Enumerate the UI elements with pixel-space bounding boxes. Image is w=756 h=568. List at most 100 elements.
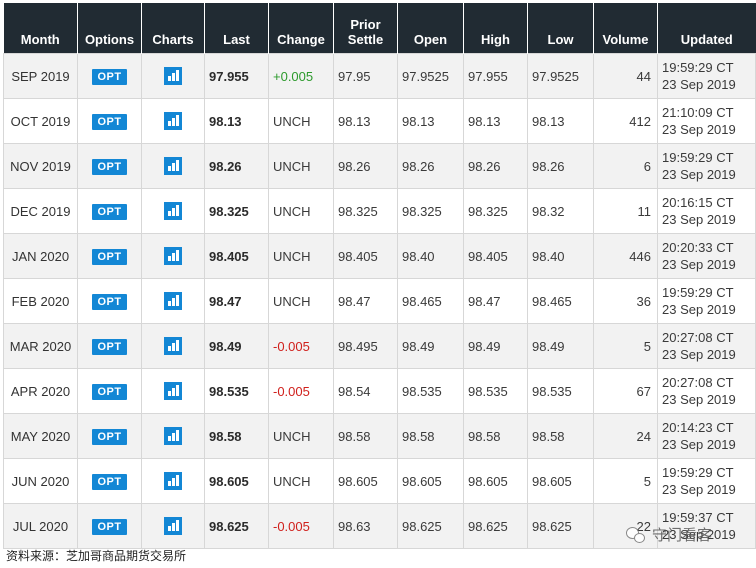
- bar-chart-icon[interactable]: [164, 337, 182, 355]
- table-row: SEP 2019 OPT 97.955 +0.005 97.95 97.9525 97.95…: [3, 53, 756, 99]
- charts-cell: [141, 143, 205, 189]
- last-cell: 98.47: [204, 278, 269, 324]
- month-cell: NOV 2019: [3, 143, 78, 189]
- bar-chart-icon[interactable]: [164, 517, 182, 535]
- bar-chart-icon[interactable]: [164, 472, 182, 490]
- volume-cell: 5: [593, 458, 658, 504]
- bar-chart-icon[interactable]: [164, 202, 182, 220]
- change-cell: UNCH: [268, 233, 334, 279]
- low-cell: 98.13: [527, 98, 594, 144]
- volume-cell: 44: [593, 53, 658, 99]
- charts-cell: [141, 368, 205, 414]
- prior-settle-cell: 98.495: [333, 323, 398, 369]
- updated-cell: 20:20:33 CT 23 Sep 2019: [657, 233, 756, 279]
- month-cell: FEB 2020: [3, 278, 78, 324]
- opt-button[interactable]: OPT: [92, 248, 127, 265]
- header-month[interactable]: Month: [3, 3, 78, 54]
- opt-button[interactable]: OPT: [92, 158, 127, 175]
- open-cell: 98.605: [397, 458, 464, 504]
- updated-cell: 21:10:09 CT 23 Sep 2019: [657, 98, 756, 144]
- charts-cell: [141, 53, 205, 99]
- header-prior-settle[interactable]: Prior Settle: [333, 3, 398, 54]
- header-last[interactable]: Last: [204, 3, 269, 54]
- prior-settle-cell: 98.325: [333, 188, 398, 234]
- updated-time: 21:10:09 CT: [662, 105, 734, 120]
- bar-chart-icon[interactable]: [164, 427, 182, 445]
- change-cell: -0.005: [268, 368, 334, 414]
- charts-cell: [141, 503, 205, 549]
- opt-button[interactable]: OPT: [92, 383, 127, 400]
- updated-time: 19:59:29 CT: [662, 465, 734, 480]
- updated-cell: 20:27:08 CT 23 Sep 2019: [657, 323, 756, 369]
- opt-button[interactable]: OPT: [92, 68, 127, 85]
- watermark-text: 守门看客: [652, 527, 713, 544]
- updated-time: 20:14:23 CT: [662, 420, 734, 435]
- header-updated[interactable]: Updated: [657, 3, 756, 54]
- bar-chart-icon[interactable]: [164, 292, 182, 310]
- last-cell: 98.26: [204, 143, 269, 189]
- options-cell: OPT: [77, 143, 142, 189]
- open-cell: 98.465: [397, 278, 464, 324]
- header-change[interactable]: Change: [268, 3, 334, 54]
- low-cell: 98.535: [527, 368, 594, 414]
- updated-time: 20:27:08 CT: [662, 375, 734, 390]
- high-cell: 98.325: [463, 188, 528, 234]
- header-charts[interactable]: Charts: [141, 3, 205, 54]
- opt-button[interactable]: OPT: [92, 203, 127, 220]
- updated-cell: 20:16:15 CT 23 Sep 2019: [657, 188, 756, 234]
- header-open[interactable]: Open: [397, 3, 464, 54]
- prior-settle-cell: 98.13: [333, 98, 398, 144]
- opt-button[interactable]: OPT: [92, 473, 127, 490]
- header-low[interactable]: Low: [527, 3, 594, 54]
- volume-cell: 6: [593, 143, 658, 189]
- updated-date: 23 Sep 2019: [662, 437, 736, 452]
- opt-button[interactable]: OPT: [92, 113, 127, 130]
- updated-date: 23 Sep 2019: [662, 482, 736, 497]
- table-row: FEB 2020 OPT 98.47 UNCH 98.47 98.465 98.47 98.4…: [3, 278, 756, 324]
- bar-chart-icon[interactable]: [164, 247, 182, 265]
- change-cell: UNCH: [268, 188, 334, 234]
- low-cell: 98.40: [527, 233, 594, 279]
- bar-chart-icon[interactable]: [164, 67, 182, 85]
- bar-chart-icon[interactable]: [164, 157, 182, 175]
- prior-settle-cell: 98.405: [333, 233, 398, 279]
- month-cell: SEP 2019: [3, 53, 78, 99]
- open-cell: 98.325: [397, 188, 464, 234]
- prior-settle-cell: 98.63: [333, 503, 398, 549]
- last-cell: 98.625: [204, 503, 269, 549]
- prior-settle-cell: 98.605: [333, 458, 398, 504]
- bar-chart-icon[interactable]: [164, 382, 182, 400]
- opt-button[interactable]: OPT: [92, 293, 127, 310]
- updated-cell: 19:59:29 CT 23 Sep 2019: [657, 53, 756, 99]
- last-cell: 98.58: [204, 413, 269, 459]
- change-cell: -0.005: [268, 323, 334, 369]
- open-cell: 98.26: [397, 143, 464, 189]
- updated-date: 23 Sep 2019: [662, 167, 736, 182]
- opt-button[interactable]: OPT: [92, 428, 127, 445]
- opt-button[interactable]: OPT: [92, 338, 127, 355]
- updated-date: 23 Sep 2019: [662, 392, 736, 407]
- last-cell: 98.535: [204, 368, 269, 414]
- opt-button[interactable]: OPT: [92, 518, 127, 535]
- charts-cell: [141, 233, 205, 279]
- change-cell: +0.005: [268, 53, 334, 99]
- month-cell: APR 2020: [3, 368, 78, 414]
- prior-settle-cell: 98.54: [333, 368, 398, 414]
- options-cell: OPT: [77, 278, 142, 324]
- month-cell: JAN 2020: [3, 233, 78, 279]
- month-cell: JUL 2020: [3, 503, 78, 549]
- updated-time: 20:20:33 CT: [662, 240, 734, 255]
- header-volume[interactable]: Volume: [593, 3, 658, 54]
- table-header-row: Month Options Charts Last Change Prior S…: [3, 3, 756, 54]
- prior-settle-cell: 98.47: [333, 278, 398, 324]
- options-cell: OPT: [77, 188, 142, 234]
- watermark: 守门看客: [626, 524, 712, 545]
- change-cell: UNCH: [268, 458, 334, 504]
- low-cell: 97.9525: [527, 53, 594, 99]
- header-options[interactable]: Options: [77, 3, 142, 54]
- bar-chart-icon[interactable]: [164, 112, 182, 130]
- prior-settle-cell: 98.26: [333, 143, 398, 189]
- header-high[interactable]: High: [463, 3, 528, 54]
- updated-time: 20:27:08 CT: [662, 330, 734, 345]
- options-cell: OPT: [77, 503, 142, 549]
